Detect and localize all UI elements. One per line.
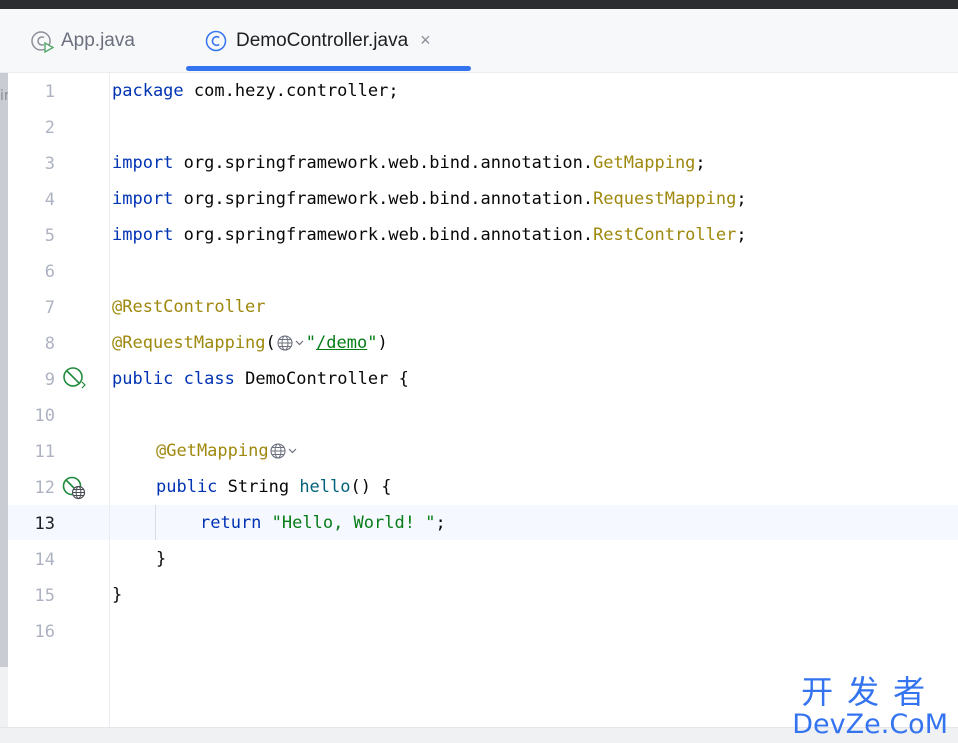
keyword-token: public — [156, 477, 218, 497]
keyword-token: public — [112, 369, 174, 389]
globe-inlay-icon[interactable] — [269, 442, 299, 460]
keyword-token: class — [183, 369, 235, 389]
code-token: ; — [695, 153, 706, 173]
line-number[interactable]: 10 — [20, 406, 55, 426]
close-tab-icon[interactable]: × — [420, 30, 431, 51]
code-line[interactable]: package com.hezy.controller; — [112, 73, 399, 109]
string-token: " — [367, 333, 378, 353]
annotation-token: @GetMapping — [156, 441, 269, 461]
current-line-highlight — [8, 505, 958, 540]
watermark-cn-text: 开发者 — [801, 673, 940, 711]
tab-label: DemoController.java — [236, 29, 409, 51]
method-name-token: hello — [299, 477, 351, 497]
code-token: ) — [377, 333, 388, 353]
code-token: String — [217, 477, 300, 497]
line-number[interactable]: 9 — [20, 370, 55, 390]
code-token: org.springframework.web.bind.annotation. — [173, 225, 594, 245]
window-top-bar — [0, 0, 958, 9]
code-line[interactable]: public class DemoController { — [112, 361, 409, 397]
code-line-current[interactable]: return "Hello, World! "; — [200, 505, 446, 541]
code-line[interactable]: import org.springframework.web.bind.anno… — [112, 217, 747, 253]
project-panel-edge[interactable] — [0, 73, 8, 667]
line-number[interactable]: 14 — [20, 550, 55, 570]
code-token: org.springframework.web.bind.annotation. — [173, 189, 594, 209]
code-token: () { — [350, 477, 392, 497]
line-number-current[interactable]: 13 — [20, 514, 55, 534]
code-line[interactable]: } — [112, 577, 122, 613]
line-number[interactable]: 1 — [20, 82, 55, 102]
line-number[interactable]: 11 — [20, 442, 55, 462]
class-token: RequestMapping — [593, 189, 737, 209]
code-token: } — [112, 585, 123, 605]
spring-web-endpoint-icon[interactable] — [62, 476, 86, 500]
globe-inlay-icon[interactable] — [276, 334, 306, 352]
gutter-divider — [109, 73, 110, 727]
code-line[interactable]: } — [156, 541, 166, 577]
code-line[interactable]: @RequestMapping( "/demo") — [112, 325, 388, 361]
spring-bean-icon[interactable] — [62, 366, 86, 390]
code-token: ; — [736, 225, 747, 245]
tab-app-java[interactable]: App.java — [30, 9, 135, 72]
keyword-token: package — [112, 81, 184, 101]
line-number[interactable]: 2 — [20, 118, 55, 138]
class-token: RestController — [593, 225, 737, 245]
watermark-en-text: DevZe.CoM — [792, 709, 948, 740]
line-number[interactable]: 15 — [20, 586, 55, 606]
code-token: ( — [265, 333, 276, 353]
tab-democontroller-java[interactable]: DemoController.java × — [186, 9, 471, 72]
editor-tab-bar: App.java DemoController.java × — [0, 9, 958, 73]
class-token: GetMapping — [593, 153, 696, 173]
indent-guide — [155, 505, 156, 540]
keyword-token: import — [112, 225, 174, 245]
keyword-token: import — [112, 189, 174, 209]
line-number[interactable]: 5 — [20, 226, 55, 246]
code-token: com.hezy.controller; — [183, 81, 399, 101]
string-token: " — [305, 333, 317, 353]
project-panel-edge-bottom — [0, 667, 8, 727]
url-path-link[interactable]: /demo — [316, 333, 367, 353]
code-line[interactable]: import org.springframework.web.bind.anno… — [112, 181, 747, 217]
code-line[interactable]: import org.springframework.web.bind.anno… — [112, 145, 706, 181]
string-token: "Hello, World! " — [271, 513, 436, 533]
line-number[interactable]: 8 — [20, 334, 55, 354]
watermark: 开发者 DevZe.CoM — [792, 674, 948, 740]
code-token: org.springframework.web.bind.annotation. — [173, 153, 594, 173]
code-line[interactable]: @GetMapping — [156, 433, 299, 469]
line-number[interactable]: 6 — [20, 262, 55, 282]
code-line[interactable]: @RestController — [112, 289, 266, 325]
code-token: DemoController { — [234, 369, 409, 389]
java-class-icon — [205, 30, 227, 51]
line-number[interactable]: 3 — [20, 154, 55, 174]
code-token: ; — [736, 189, 747, 209]
code-line[interactable]: public String hello() { — [156, 469, 391, 505]
annotation-token: @RequestMapping — [112, 333, 266, 353]
keyword-token: import — [112, 153, 174, 173]
line-number[interactable]: 4 — [20, 190, 55, 210]
line-number[interactable]: 12 — [20, 478, 55, 498]
line-number[interactable]: 7 — [20, 298, 55, 318]
keyword-token: return — [200, 513, 262, 533]
active-tab-indicator — [186, 66, 471, 71]
code-token: ; — [435, 513, 446, 533]
java-run-class-icon — [31, 30, 54, 53]
tab-label: App.java — [61, 29, 135, 51]
code-token: } — [156, 549, 167, 569]
annotation-token: @RestController — [112, 297, 266, 317]
line-number[interactable]: 16 — [20, 622, 55, 642]
